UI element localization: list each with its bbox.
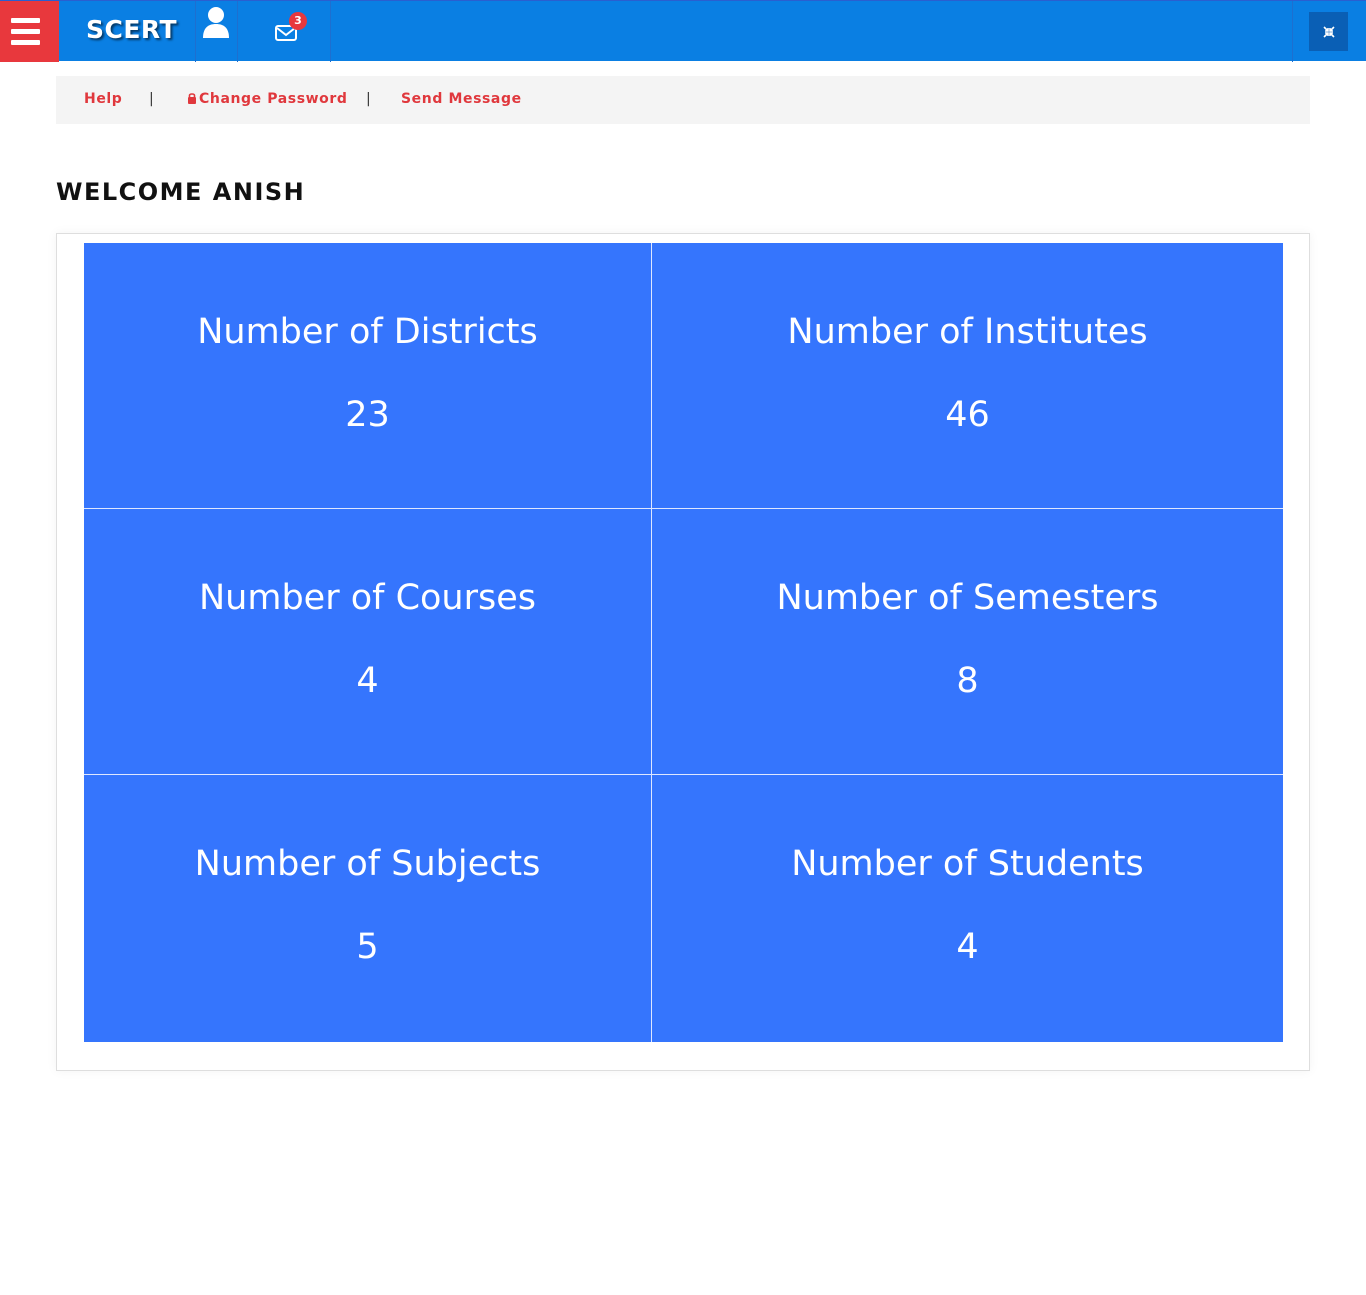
page-title: WELCOME ANISH xyxy=(56,178,306,206)
dashboard-panel: Number of Districts 23 Number of Institu… xyxy=(56,233,1310,1071)
stat-value: 8 xyxy=(956,661,979,701)
stat-tile-institutes[interactable]: Number of Institutes 46 xyxy=(652,243,1283,509)
stat-value: 23 xyxy=(345,395,390,435)
brand-name: SCERT xyxy=(86,15,178,44)
stat-tile-subjects[interactable]: Number of Subjects 5 xyxy=(84,775,652,1042)
fullscreen-toggle-button[interactable] xyxy=(1309,12,1348,51)
stat-tile-districts[interactable]: Number of Districts 23 xyxy=(84,243,652,509)
stats-grid: Number of Districts 23 Number of Institu… xyxy=(84,243,1283,1042)
stat-value: 46 xyxy=(945,395,990,435)
stat-tile-courses[interactable]: Number of Courses 4 xyxy=(84,509,652,775)
unread-messages-badge: 3 xyxy=(289,12,307,30)
stat-tile-semesters[interactable]: Number of Semesters 8 xyxy=(652,509,1283,775)
top-navbar: SCERT 3 xyxy=(0,0,1366,62)
help-link[interactable]: Help xyxy=(84,91,122,107)
stat-value: 4 xyxy=(956,927,979,967)
secondary-nav: Help | Change Password | Send Message xyxy=(56,76,1310,124)
stat-tile-students[interactable]: Number of Students 4 xyxy=(652,775,1283,1042)
navbar-divider xyxy=(1292,1,1293,62)
stat-value: 4 xyxy=(356,661,379,701)
fullscreen-icon xyxy=(1323,26,1335,38)
hamburger-menu-button[interactable] xyxy=(0,1,59,62)
stat-label: Number of Institutes xyxy=(787,312,1148,352)
user-profile-button[interactable] xyxy=(196,1,238,62)
stat-label: Number of Courses xyxy=(198,578,536,618)
send-message-link[interactable]: Send Message xyxy=(401,91,522,107)
user-icon xyxy=(203,7,229,38)
nav-separator: | xyxy=(149,91,154,107)
stat-value: 5 xyxy=(356,927,379,967)
stat-label: Number of Districts xyxy=(197,312,538,352)
stat-label: Number of Students xyxy=(791,844,1144,884)
stat-label: Number of Semesters xyxy=(776,578,1159,618)
lock-icon xyxy=(188,93,196,104)
change-password-label: Change Password xyxy=(199,91,348,107)
nav-separator: | xyxy=(366,91,371,107)
stat-label: Number of Subjects xyxy=(194,844,541,884)
messages-button[interactable]: 3 xyxy=(238,1,331,62)
brand-logo[interactable]: SCERT xyxy=(59,1,196,62)
change-password-link[interactable]: Change Password xyxy=(187,91,348,107)
